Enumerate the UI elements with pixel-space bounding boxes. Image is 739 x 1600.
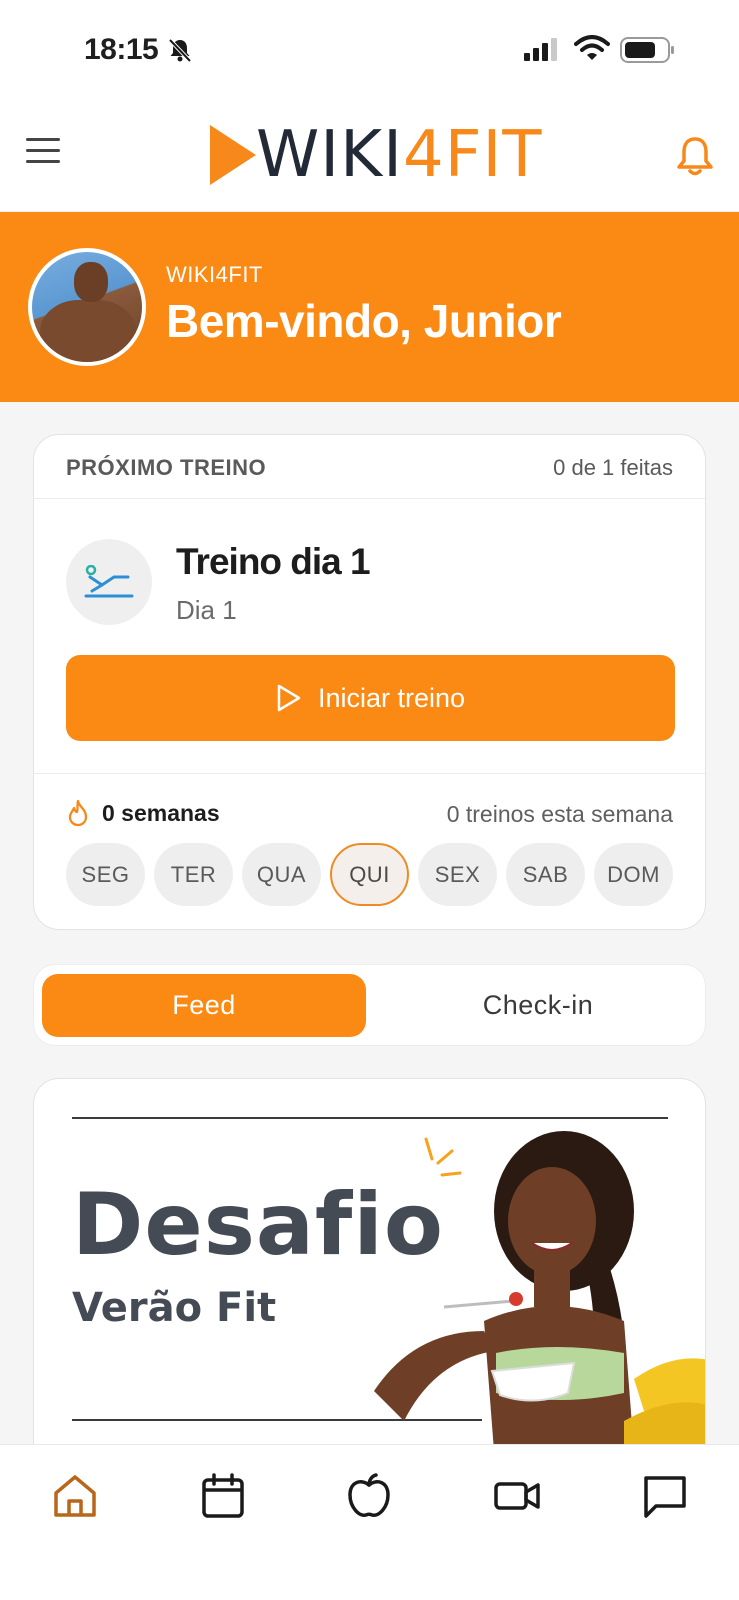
streak-weeks: 0 semanas	[102, 799, 220, 826]
day-qua[interactable]: QUA	[242, 843, 321, 906]
calendar-icon[interactable]	[198, 1471, 248, 1521]
promo-divider-top	[72, 1117, 668, 1119]
card-divider	[34, 773, 705, 774]
play-icon	[277, 684, 301, 712]
logo-text-orange: 4FIT	[403, 118, 543, 192]
wiki4fit-logo: WIKI 4FIT	[210, 122, 543, 188]
day-qui[interactable]: QUI	[330, 843, 409, 906]
status-time: 18:15	[84, 33, 159, 66]
chat-icon[interactable]	[640, 1471, 690, 1521]
weekday-selector: SEG TER QUA QUI SEX SAB DOM	[66, 843, 673, 906]
welcome-banner: WIKI4FIT Bem-vindo, Junior	[0, 212, 739, 402]
hero-brand: WIKI4FIT	[166, 262, 263, 287]
bottom-navigation	[0, 1444, 739, 1600]
challenge-promo-card[interactable]: Desafio Verão Fit	[33, 1078, 706, 1448]
day-sab[interactable]: SAB	[506, 843, 585, 906]
day-sex[interactable]: SEX	[418, 843, 497, 906]
streak: 0 semanas	[66, 799, 220, 827]
tab-checkin[interactable]: Check-in	[376, 974, 700, 1037]
welcome-title: Bem-vindo, Junior	[166, 295, 562, 347]
start-workout-button[interactable]: Iniciar treino	[66, 655, 675, 741]
day-ter[interactable]: TER	[154, 843, 233, 906]
completed-count: 0 de 1 feitas	[553, 455, 673, 480]
card-header: PRÓXIMO TREINO 0 de 1 feitas	[34, 435, 705, 499]
notification-bell-icon[interactable]	[674, 134, 716, 178]
home-icon[interactable]	[50, 1471, 100, 1521]
day-seg[interactable]: SEG	[66, 843, 145, 906]
avatar[interactable]	[28, 248, 146, 366]
flame-icon	[68, 799, 88, 827]
app-header: WIKI 4FIT	[0, 100, 739, 212]
battery-icon	[620, 37, 674, 63]
status-bar: 18:15	[0, 0, 739, 100]
bell-slash-icon	[168, 38, 192, 63]
hamburger-menu-icon[interactable]	[26, 138, 60, 168]
next-workout-card: PRÓXIMO TREINO 0 de 1 feitas Treino dia …	[33, 434, 706, 930]
video-icon[interactable]	[492, 1471, 542, 1521]
promo-subtitle: Verão Fit	[72, 1285, 277, 1331]
promo-woman-image	[374, 1131, 705, 1447]
start-workout-label: Iniciar treino	[317, 682, 466, 713]
logo-text-dark: WIKI	[256, 118, 403, 192]
cellular-signal-icon	[524, 38, 557, 61]
workout-subtitle: Dia 1	[176, 595, 237, 625]
tab-feed[interactable]: Feed	[42, 974, 366, 1037]
week-workout-count: 0 treinos esta semana	[446, 801, 673, 827]
next-workout-label: PRÓXIMO TREINO	[66, 455, 267, 480]
wifi-icon	[574, 35, 610, 60]
day-dom[interactable]: DOM	[594, 843, 673, 906]
apple-icon[interactable]	[344, 1471, 394, 1521]
logo-play-icon	[210, 125, 256, 185]
workout-title: Treino dia 1	[176, 541, 371, 582]
workout-exercise-icon	[66, 539, 152, 625]
feed-checkin-tabs: Feed Check-in	[33, 964, 706, 1046]
